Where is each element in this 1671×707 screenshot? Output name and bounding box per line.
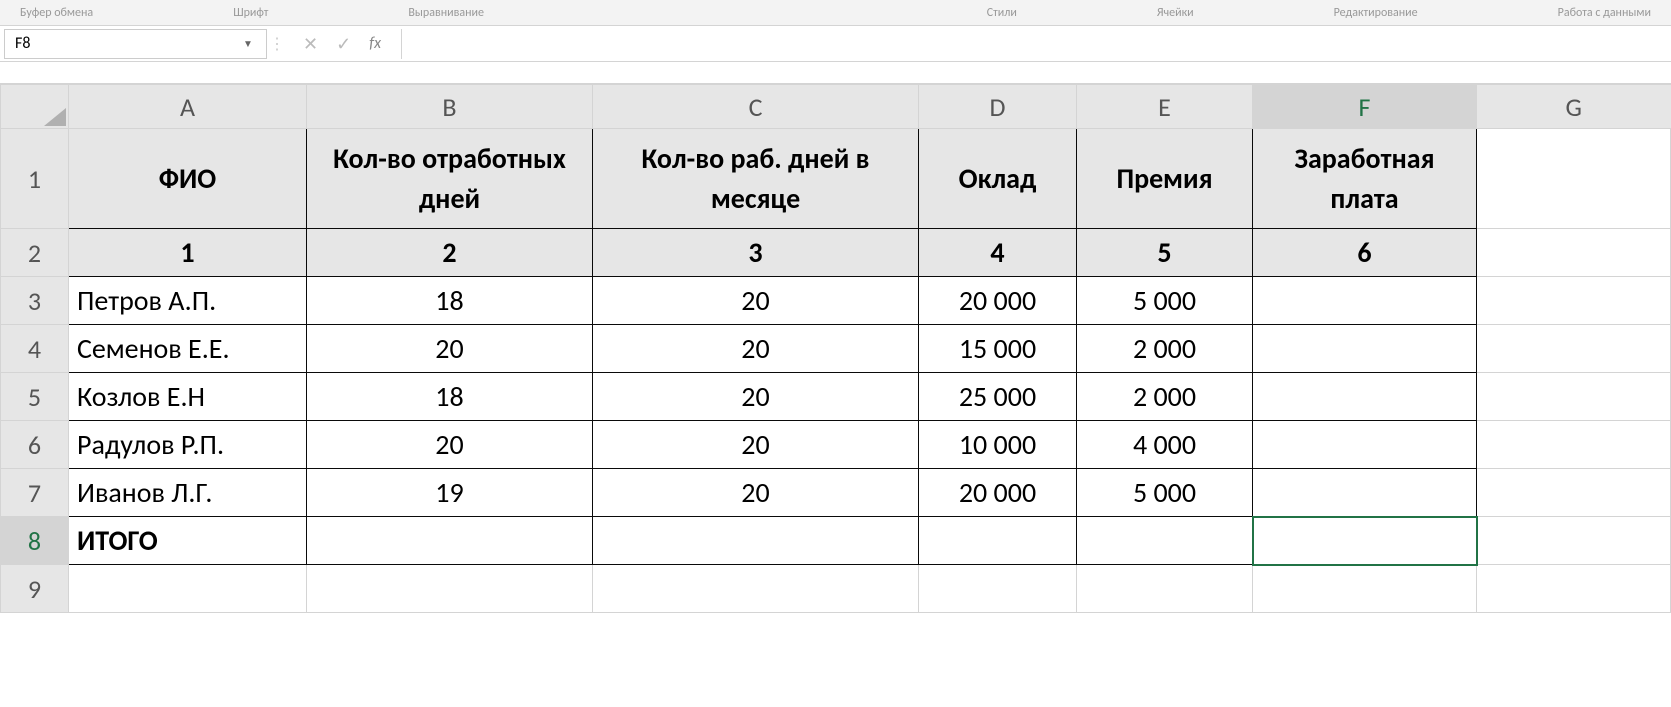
cell-G1[interactable] — [1477, 129, 1671, 229]
ribbon-group-label: Ячейки — [1157, 6, 1194, 20]
cell-F3[interactable] — [1253, 277, 1477, 325]
cell-A6[interactable]: Радулов Р.П. — [69, 421, 307, 469]
cell-G8[interactable] — [1477, 517, 1671, 565]
cell-B8[interactable] — [307, 517, 593, 565]
cell-A8[interactable]: ИТОГО — [69, 517, 307, 565]
cell-B5[interactable]: 18 — [307, 373, 593, 421]
cell-E2[interactable]: 5 — [1077, 229, 1253, 277]
cell-B3[interactable]: 18 — [307, 277, 593, 325]
cell-B6[interactable]: 20 — [307, 421, 593, 469]
cell-C9[interactable] — [593, 565, 919, 613]
cell-F8-selected[interactable] — [1253, 517, 1477, 565]
cell-C3[interactable]: 20 — [593, 277, 919, 325]
cell-A3[interactable]: Петров А.П. — [69, 277, 307, 325]
cell-C2[interactable]: 3 — [593, 229, 919, 277]
cell-B4[interactable]: 20 — [307, 325, 593, 373]
spacer — [0, 62, 1671, 84]
cell-C6[interactable]: 20 — [593, 421, 919, 469]
fx-icon[interactable]: fx — [369, 34, 381, 53]
ribbon-group-label: Стили — [987, 6, 1017, 20]
cell-E4[interactable]: 2 000 — [1077, 325, 1253, 373]
cell-B7[interactable]: 19 — [307, 469, 593, 517]
cell-C7[interactable]: 20 — [593, 469, 919, 517]
cell-A1[interactable]: ФИО — [69, 129, 307, 229]
cell-A4[interactable]: Семенов Е.Е. — [69, 325, 307, 373]
cell-C4[interactable]: 20 — [593, 325, 919, 373]
row-header-6[interactable]: 6 — [1, 421, 69, 469]
row-header-1[interactable]: 1 — [1, 129, 69, 229]
cell-D2[interactable]: 4 — [919, 229, 1077, 277]
cell-B1[interactable]: Кол-во отработных дней — [307, 129, 593, 229]
formula-bar: F8 ▼ ⋮ ✕ ✓ fx — [0, 26, 1671, 62]
cell-G9[interactable] — [1477, 565, 1671, 613]
ribbon-group-label: Редактирование — [1334, 6, 1418, 20]
col-header-A[interactable]: A — [69, 85, 307, 129]
cell-A5[interactable]: Козлов Е.Н — [69, 373, 307, 421]
cell-E6[interactable]: 4 000 — [1077, 421, 1253, 469]
cell-D7[interactable]: 20 000 — [919, 469, 1077, 517]
cell-D8[interactable] — [919, 517, 1077, 565]
cell-G3[interactable] — [1477, 277, 1671, 325]
ribbon-groups: Буфер обмена Шрифт Выравнивание Стили Яч… — [0, 0, 1671, 26]
ribbon-group-label: Выравнивание — [408, 6, 484, 20]
confirm-icon[interactable]: ✓ — [336, 33, 351, 55]
col-header-C[interactable]: C — [593, 85, 919, 129]
row-header-2[interactable]: 2 — [1, 229, 69, 277]
cell-G5[interactable] — [1477, 373, 1671, 421]
cell-B9[interactable] — [307, 565, 593, 613]
cell-F2[interactable]: 6 — [1253, 229, 1477, 277]
cell-E5[interactable]: 2 000 — [1077, 373, 1253, 421]
row-header-7[interactable]: 7 — [1, 469, 69, 517]
cell-F6[interactable] — [1253, 421, 1477, 469]
name-box-value: F8 — [15, 34, 240, 53]
divider: ⋮ — [267, 34, 287, 54]
cell-F9[interactable] — [1253, 565, 1477, 613]
cell-D9[interactable] — [919, 565, 1077, 613]
cell-C1[interactable]: Кол-во раб. дней в месяце — [593, 129, 919, 229]
spreadsheet-grid: A B C D E F G 1 ФИО Кол-во отработных дн… — [0, 84, 1671, 613]
cell-E1[interactable]: Премия — [1077, 129, 1253, 229]
cell-F7[interactable] — [1253, 469, 1477, 517]
cell-G4[interactable] — [1477, 325, 1671, 373]
cell-D4[interactable]: 15 000 — [919, 325, 1077, 373]
formula-input[interactable] — [401, 29, 1671, 59]
col-header-F[interactable]: F — [1253, 85, 1477, 129]
cell-G2[interactable] — [1477, 229, 1671, 277]
cell-A2[interactable]: 1 — [69, 229, 307, 277]
cancel-icon[interactable]: ✕ — [303, 33, 318, 55]
cell-F5[interactable] — [1253, 373, 1477, 421]
cell-C5[interactable]: 20 — [593, 373, 919, 421]
cell-F1[interactable]: Заработная плата — [1253, 129, 1477, 229]
row-header-5[interactable]: 5 — [1, 373, 69, 421]
cell-B2[interactable]: 2 — [307, 229, 593, 277]
cell-D6[interactable]: 10 000 — [919, 421, 1077, 469]
ribbon-group-label: Шрифт — [233, 6, 268, 20]
cell-D5[interactable]: 25 000 — [919, 373, 1077, 421]
name-box[interactable]: F8 ▼ — [4, 29, 267, 59]
cell-A9[interactable] — [69, 565, 307, 613]
cell-F4[interactable] — [1253, 325, 1477, 373]
cell-D3[interactable]: 20 000 — [919, 277, 1077, 325]
col-header-D[interactable]: D — [919, 85, 1077, 129]
cell-E3[interactable]: 5 000 — [1077, 277, 1253, 325]
dropdown-icon[interactable]: ▼ — [240, 37, 256, 50]
cell-E7[interactable]: 5 000 — [1077, 469, 1253, 517]
row-header-3[interactable]: 3 — [1, 277, 69, 325]
row-header-8[interactable]: 8 — [1, 517, 69, 565]
row-header-9[interactable]: 9 — [1, 565, 69, 613]
row-header-4[interactable]: 4 — [1, 325, 69, 373]
cell-G6[interactable] — [1477, 421, 1671, 469]
cell-C8[interactable] — [593, 517, 919, 565]
ribbon-group-label: Работа с данными — [1558, 6, 1651, 20]
cell-E8[interactable] — [1077, 517, 1253, 565]
col-header-B[interactable]: B — [307, 85, 593, 129]
cell-E9[interactable] — [1077, 565, 1253, 613]
col-header-E[interactable]: E — [1077, 85, 1253, 129]
cell-D1[interactable]: Оклад — [919, 129, 1077, 229]
ribbon-group-label: Буфер обмена — [20, 6, 93, 20]
cell-A7[interactable]: Иванов Л.Г. — [69, 469, 307, 517]
col-header-G[interactable]: G — [1477, 85, 1671, 129]
select-all-corner[interactable] — [1, 85, 69, 129]
cell-G7[interactable] — [1477, 469, 1671, 517]
